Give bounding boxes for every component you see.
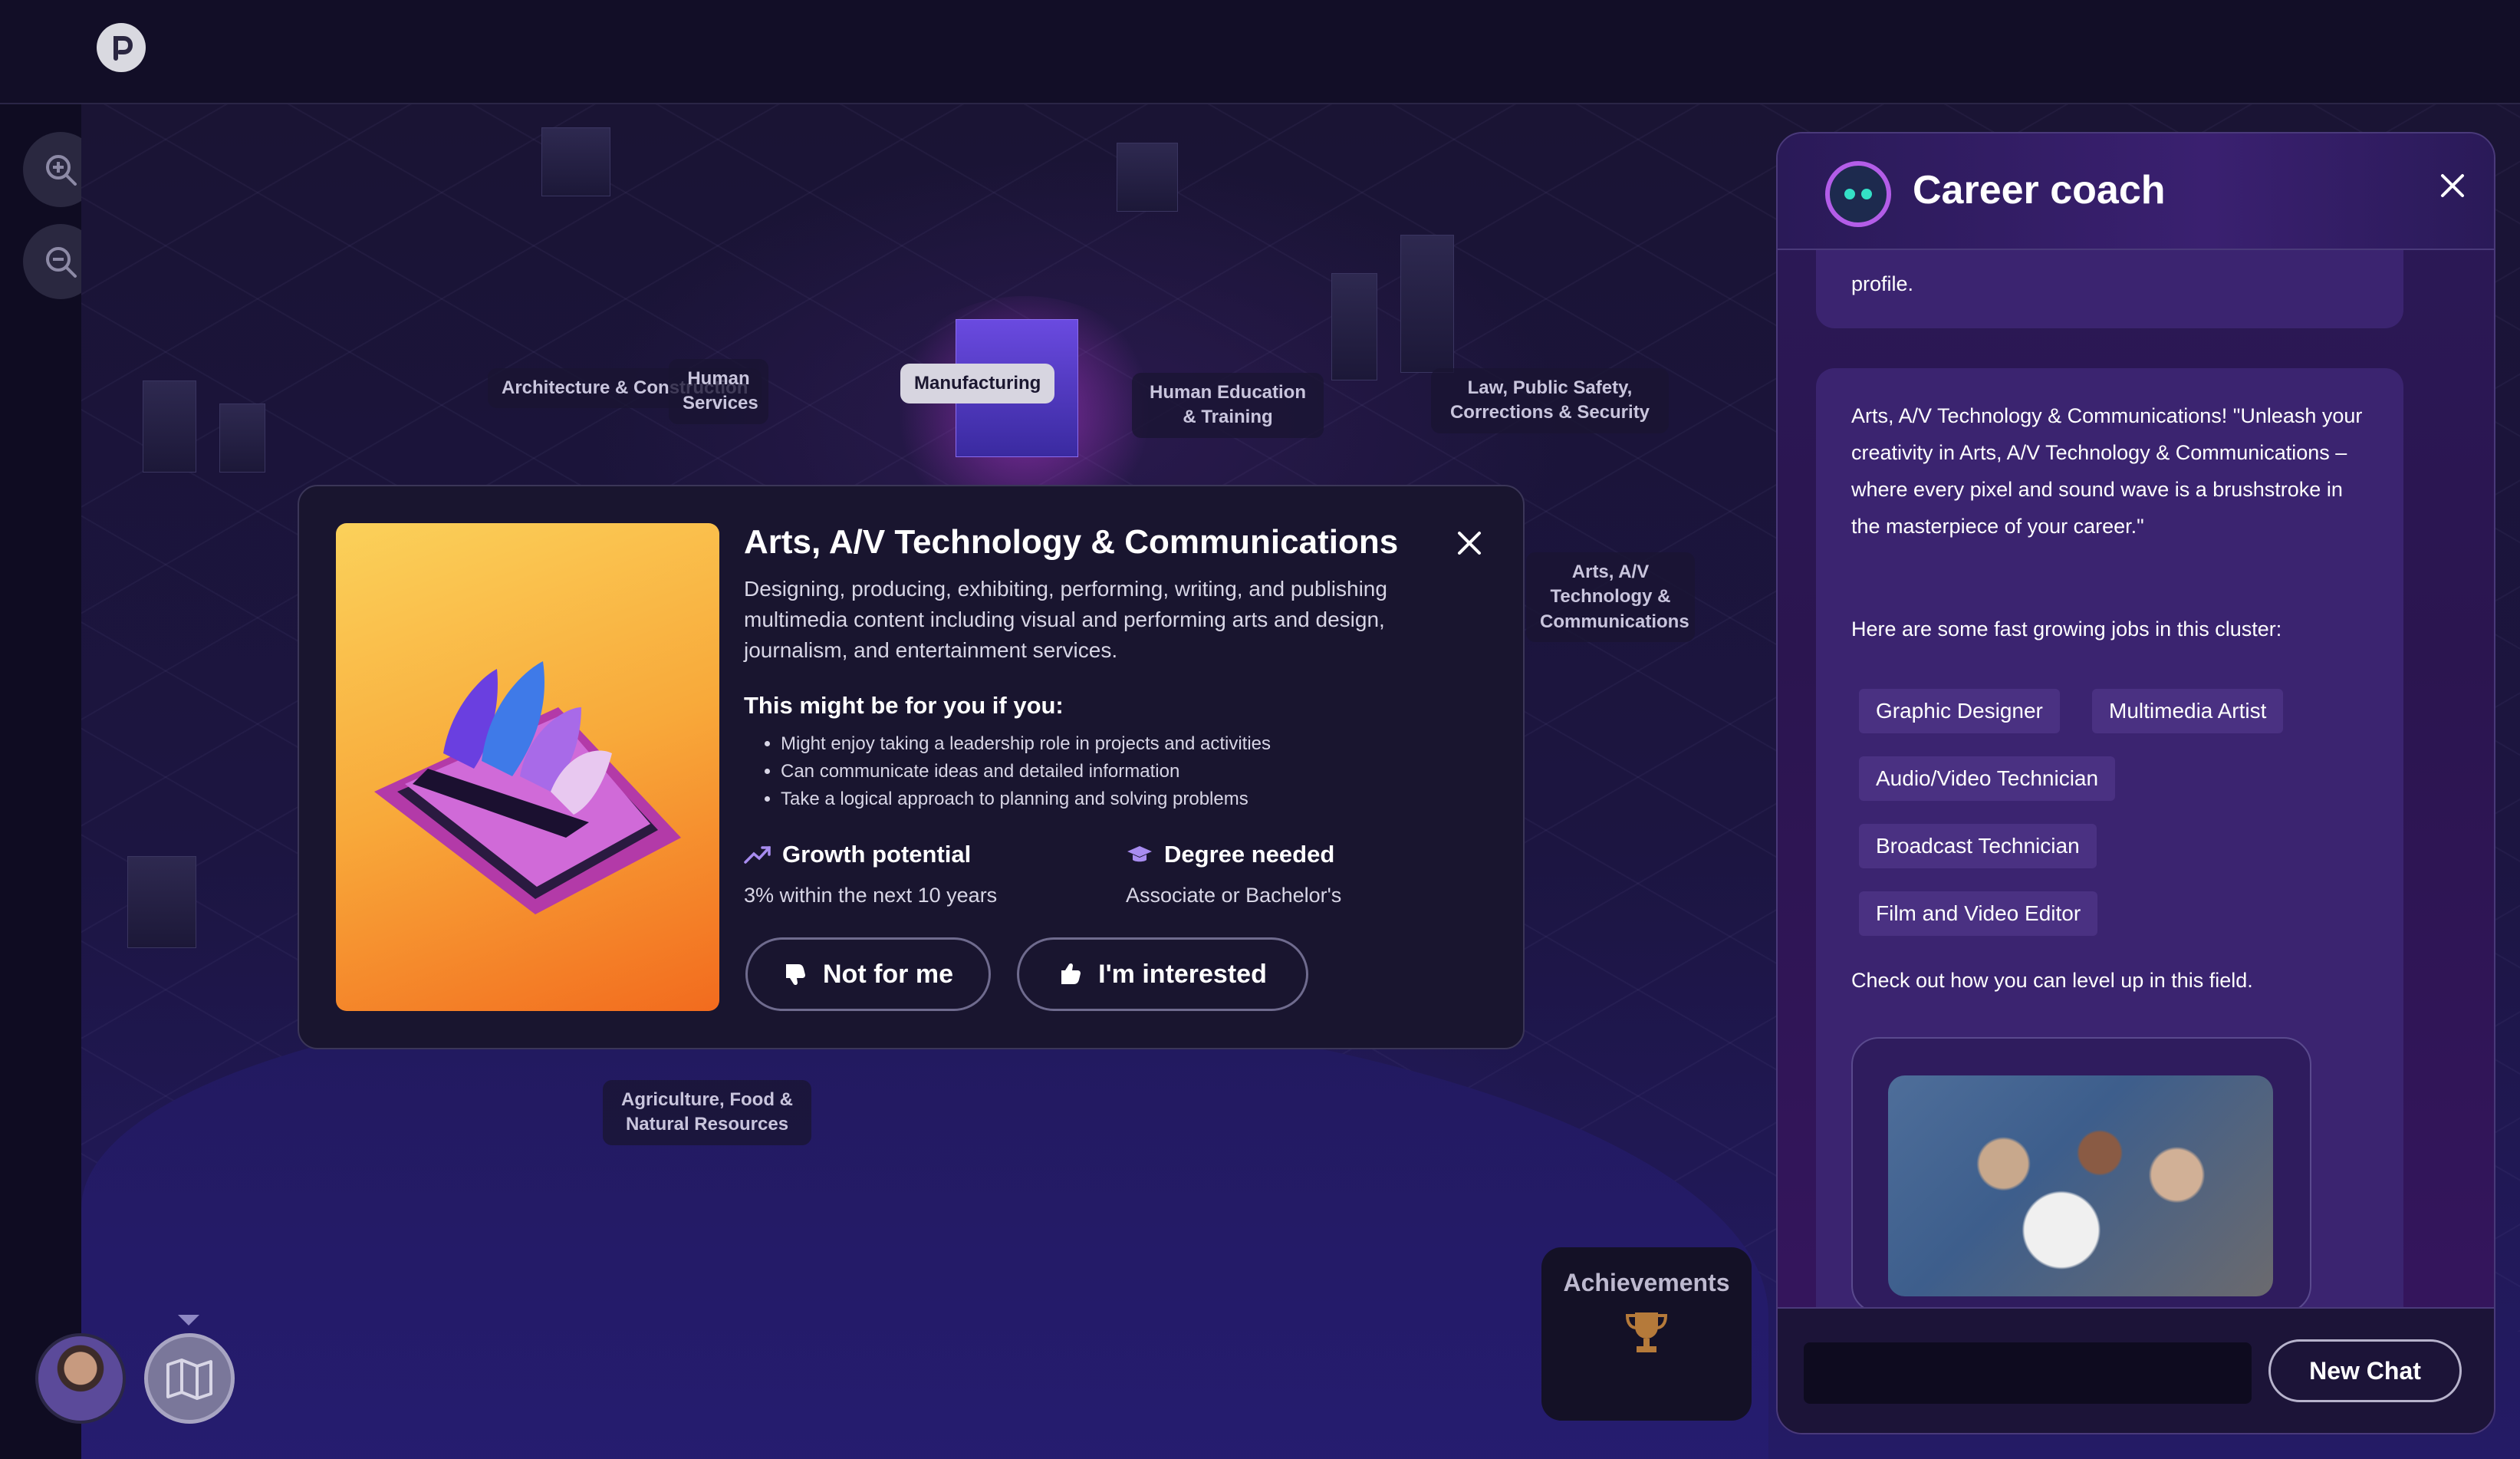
map-building bbox=[1400, 235, 1454, 373]
map-building bbox=[541, 127, 610, 196]
not-for-me-label: Not for me bbox=[823, 959, 953, 989]
coach-title: Career coach bbox=[1913, 168, 2166, 212]
list-item: Can communicate ideas and detailed infor… bbox=[781, 758, 1471, 785]
chat-message-previous: profile. bbox=[1816, 250, 2403, 328]
job-chip-audio-video-technician[interactable]: Audio/Video Technician bbox=[1859, 756, 2116, 801]
growth-label: Growth potential bbox=[782, 841, 972, 868]
achievements-widget[interactable]: Achievements bbox=[1541, 1247, 1752, 1421]
growth-value: 3% within the next 10 years bbox=[744, 884, 998, 907]
cluster-label-agriculture[interactable]: Agriculture, Food & Natural Resources bbox=[603, 1080, 811, 1145]
left-rail bbox=[0, 104, 81, 1459]
map-building bbox=[127, 856, 196, 948]
active-indicator-caret bbox=[178, 1315, 199, 1326]
job-chip-multimedia-artist[interactable]: Multimedia Artist bbox=[2092, 689, 2284, 733]
coach-footer: New Chat bbox=[1778, 1307, 2494, 1433]
modal-description: Designing, producing, exhibiting, perfor… bbox=[744, 577, 1387, 662]
degree-value: Associate or Bachelor's bbox=[1126, 884, 1342, 907]
cluster-label-arts[interactable]: Arts, A/V Technology & Communications bbox=[1526, 552, 1695, 643]
level-up-text: Check out how you can level up in this f… bbox=[1851, 969, 2253, 992]
modal-bullet-list: Might enjoy taking a leadership role in … bbox=[781, 730, 1471, 813]
map-building bbox=[1331, 273, 1377, 380]
message-text: profile. bbox=[1851, 272, 1914, 295]
map-building bbox=[219, 403, 265, 473]
growth-stat: Growth potential 3% within the next 10 y… bbox=[744, 841, 997, 907]
thumbs-up-icon bbox=[1061, 963, 1081, 984]
map-building bbox=[143, 380, 196, 473]
zoom-out-icon bbox=[46, 247, 77, 278]
graduation-cap-icon bbox=[1127, 846, 1152, 862]
job-chip-broadcast-technician[interactable]: Broadcast Technician bbox=[1859, 824, 2097, 868]
modal-title: Arts, A/V Technology & Communications bbox=[744, 523, 1399, 561]
thumbs-down-icon bbox=[786, 964, 805, 986]
map-view-button[interactable] bbox=[144, 1333, 235, 1424]
chat-message-current: Arts, A/V Technology & Communications! "… bbox=[1816, 368, 2403, 1335]
user-avatar[interactable] bbox=[35, 1333, 126, 1424]
jobs-intro: Here are some fast growing jobs in this … bbox=[1851, 618, 2282, 641]
chat-input[interactable] bbox=[1804, 1342, 2252, 1404]
interested-button[interactable]: I'm interested bbox=[1017, 937, 1308, 1011]
map-building bbox=[1117, 143, 1178, 212]
achievements-title: Achievements bbox=[1563, 1269, 1730, 1296]
cluster-detail-modal: Arts, A/V Technology & Communications De… bbox=[298, 485, 1525, 1049]
modal-subheading: This might be for you if you: bbox=[744, 692, 1064, 719]
list-item: Might enjoy taking a leadership role in … bbox=[781, 730, 1471, 758]
degree-stat: Degree needed Associate or Bachelor's bbox=[1126, 841, 1341, 907]
close-icon bbox=[2441, 174, 2464, 197]
cluster-illustration bbox=[336, 523, 719, 1011]
list-item: Take a logical approach to planning and … bbox=[781, 785, 1471, 813]
coach-header: Career coach bbox=[1778, 133, 2494, 250]
interested-label: I'm interested bbox=[1098, 959, 1267, 989]
level-up-card[interactable] bbox=[1851, 1037, 2311, 1313]
cluster-label-manufacturing[interactable]: Manufacturing bbox=[900, 364, 1055, 404]
zoom-in-icon bbox=[46, 155, 77, 186]
trophy-icon bbox=[1625, 1312, 1668, 1352]
degree-label: Degree needed bbox=[1164, 841, 1335, 868]
modal-close-button[interactable] bbox=[1452, 526, 1486, 560]
trending-up-icon bbox=[744, 846, 771, 864]
not-for-me-button[interactable]: Not for me bbox=[745, 937, 991, 1011]
team-photo bbox=[1888, 1075, 2273, 1296]
cluster-label-education[interactable]: Human Education & Training bbox=[1132, 373, 1324, 438]
top-bar bbox=[0, 0, 2520, 104]
cluster-label-law[interactable]: Law, Public Safety, Corrections & Securi… bbox=[1431, 368, 1669, 433]
coach-close-button[interactable] bbox=[2434, 167, 2471, 204]
new-chat-button[interactable]: New Chat bbox=[2268, 1339, 2462, 1402]
map-icon bbox=[166, 1359, 212, 1400]
cluster-label-human-services[interactable]: Human Services bbox=[669, 359, 768, 424]
coach-bot-icon bbox=[1825, 161, 1891, 227]
message-intro: Arts, A/V Technology & Communications! "… bbox=[1851, 404, 2363, 538]
career-coach-panel: Career coach profile. Arts, A/V Technolo… bbox=[1776, 132, 2495, 1434]
job-chip-graphic-designer[interactable]: Graphic Designer bbox=[1859, 689, 2060, 733]
close-icon bbox=[1458, 532, 1481, 555]
pearson-logo-icon[interactable] bbox=[97, 23, 146, 72]
job-chip-film-video-editor[interactable]: Film and Video Editor bbox=[1859, 891, 2098, 936]
